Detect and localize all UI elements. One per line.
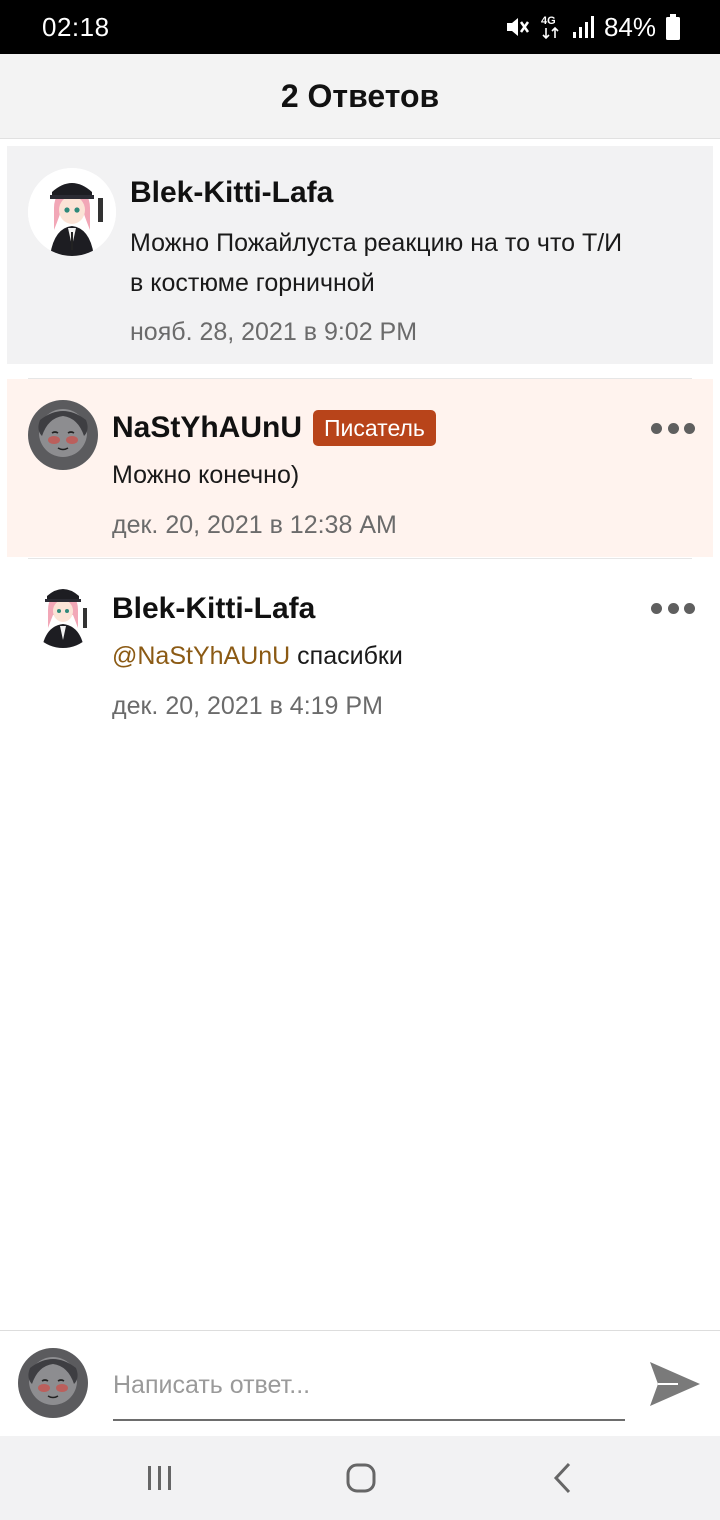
more-options-icon[interactable]: [651, 600, 695, 616]
user-mention[interactable]: @NaStYhAUnU: [112, 642, 290, 670]
back-icon: [553, 1462, 571, 1494]
home-button[interactable]: [341, 1458, 381, 1498]
comment-timestamp: нояб. 28, 2021 в 9:02 PM: [130, 318, 418, 346]
battery-percent: 84%: [603, 11, 656, 42]
mute-icon: [506, 18, 529, 36]
avatar[interactable]: [28, 578, 98, 648]
system-nav-bar: [0, 1436, 720, 1520]
comment-text: Можно конечно): [112, 461, 300, 489]
send-icon: [650, 1362, 700, 1406]
reply-comment: NaStYhAUnU Писатель Можно конечно) дек. …: [7, 379, 713, 557]
home-icon: [346, 1463, 376, 1493]
current-user-avatar: [18, 1348, 88, 1418]
comment-text-line-1: Можно Пожайлуста реакцию на то что Т/И: [130, 229, 623, 257]
header: 2 Ответов: [0, 54, 720, 139]
avatar[interactable]: [28, 168, 116, 256]
comment-text: @NaStYhAUnU спасибки: [112, 636, 403, 676]
comment-timestamp: дек. 20, 2021 в 4:19 PM: [112, 692, 383, 720]
recent-apps-icon: [148, 1466, 171, 1490]
page-title: 2 Ответов: [280, 77, 440, 114]
comment-text-line-2: в костюме горничной: [130, 269, 375, 297]
comment-author[interactable]: NaStYhAUnU: [112, 411, 302, 445]
network-label: 4G: [541, 15, 556, 27]
comment-timestamp: дек. 20, 2021 в 12:38 AM: [112, 511, 397, 539]
reply-comment: Blek-Kitti-Lafa @NaStYhAUnU спасибки дек…: [7, 562, 713, 732]
avatar-image: [28, 578, 98, 648]
avatar-image: [18, 1348, 88, 1418]
signal-icon: [572, 16, 594, 38]
reply-input[interactable]: [113, 1351, 625, 1421]
battery-icon: [666, 14, 680, 40]
comment-author[interactable]: Blek-Kitti-Lafa: [130, 176, 333, 210]
status-icons: 4G 84%: [504, 10, 680, 44]
divider: [28, 558, 692, 559]
reply-bar: [0, 1330, 720, 1436]
original-comment: Blek-Kitti-Lafa Можно Пожайлуста реакцию…: [7, 146, 713, 364]
avatar-image: [28, 400, 98, 470]
avatar[interactable]: [28, 400, 98, 470]
avatar-image: [28, 168, 116, 256]
network-4g-icon: 4G: [541, 15, 559, 40]
status-bar: 02:18 4G 84%: [0, 0, 720, 54]
comment-author[interactable]: Blek-Kitti-Lafa: [112, 592, 315, 626]
recent-apps-button[interactable]: [140, 1458, 180, 1498]
send-button[interactable]: [648, 1359, 702, 1409]
back-button[interactable]: [544, 1458, 584, 1498]
comment-text-body: спасибки: [290, 642, 403, 670]
status-time: 02:18: [42, 12, 110, 42]
writer-badge: Писатель: [313, 410, 436, 446]
more-options-icon[interactable]: [651, 420, 695, 436]
